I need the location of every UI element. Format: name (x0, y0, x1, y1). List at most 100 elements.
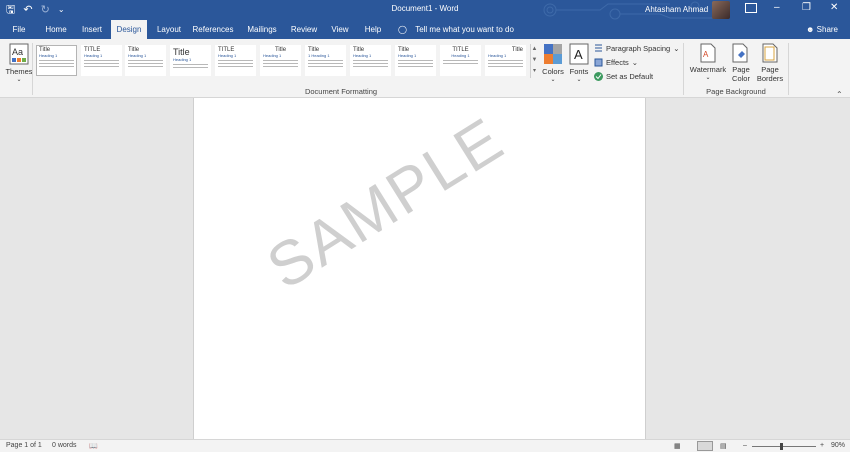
page-color-label: Page (732, 65, 750, 74)
gallery-scroll: ▲ ▼ ▾ (530, 44, 538, 78)
page-borders-button[interactable]: Page Borders (756, 43, 784, 83)
effects-label: Effects (606, 58, 629, 67)
checkmark-icon (594, 72, 603, 81)
status-bar: Page 1 of 1 0 words 📖 ▦ ▤ – + 90% (0, 439, 850, 452)
style-set-heading: Heading 1 (218, 53, 237, 58)
watermark-button[interactable]: A Watermark ⌄ (688, 43, 728, 81)
close-icon[interactable]: ✕ (830, 2, 838, 13)
person-icon: ☻ (806, 25, 815, 34)
style-set-title: TITLE (452, 47, 469, 53)
gallery-down-icon[interactable]: ▼ (531, 55, 538, 66)
group-label-page-background: Page Background (706, 87, 766, 96)
style-set-heading: Heading 1 (84, 53, 103, 58)
svg-text:A: A (703, 50, 709, 59)
page-color-icon (732, 43, 748, 63)
style-set-item[interactable]: Title Heading 1 (170, 45, 211, 76)
set-as-default-button[interactable]: Set as Default (594, 72, 653, 81)
style-set-item[interactable]: Title Heading 1 (350, 45, 391, 76)
style-set-heading: Heading 1 (128, 53, 147, 58)
style-set-heading: Heading 1 (263, 53, 282, 58)
themes-label: Themes (5, 67, 33, 76)
proofing-icon[interactable]: 📖 (89, 442, 98, 450)
style-set-title: Title (173, 47, 190, 57)
style-set-item[interactable]: Title Heading 1 (36, 45, 77, 76)
divider (788, 43, 789, 95)
tab-insert[interactable]: Insert (76, 20, 108, 39)
colors-button[interactable]: Colors ⌄ (541, 43, 565, 83)
zoom-slider-thumb[interactable] (780, 443, 783, 450)
tab-help[interactable]: Help (360, 20, 386, 39)
word-count[interactable]: 0 words (52, 442, 77, 449)
style-set-title: Title (398, 47, 410, 53)
tell-me-search[interactable]: ◯ Tell me what you want to do (398, 20, 514, 39)
restore-icon[interactable]: ❐ (802, 2, 811, 13)
zoom-in-icon[interactable]: + (820, 442, 824, 449)
read-mode-icon[interactable]: ▦ (674, 442, 681, 450)
watermark-dropdown-icon: ⌄ (705, 75, 711, 81)
gallery-more-icon[interactable]: ▾ (531, 66, 538, 77)
style-set-title: Title (308, 47, 320, 53)
user-name[interactable]: Ahtasham Ahmad (645, 5, 708, 14)
tab-review[interactable]: Review (288, 20, 320, 39)
divider (32, 43, 33, 95)
chevron-down-icon: ⌄ (631, 58, 639, 67)
page-color-label-2: Color (732, 74, 750, 83)
style-set-item[interactable]: Title 1 Heading 1 (305, 45, 346, 76)
style-set-item[interactable]: TITLE Heading 1 (440, 45, 481, 76)
style-set-item[interactable]: TITLE Heading 1 (215, 45, 256, 76)
style-set-item[interactable]: Title Heading 1 (485, 45, 526, 76)
tab-layout[interactable]: Layout (152, 20, 186, 39)
paragraph-spacing-label: Paragraph Spacing (606, 44, 671, 53)
group-label-document-formatting: Document Formatting (304, 87, 378, 96)
paragraph-spacing-button[interactable]: Paragraph Spacing ⌄ (594, 44, 680, 53)
share-button[interactable]: ☻ Share (806, 20, 838, 39)
tell-me-text: Tell me what you want to do (415, 25, 514, 34)
fonts-label: Fonts (569, 67, 589, 76)
effects-button[interactable]: Effects ⌄ (594, 58, 638, 67)
web-layout-icon[interactable]: ▤ (720, 442, 727, 450)
svg-text:A: A (574, 47, 583, 62)
tab-view[interactable]: View (326, 20, 354, 39)
avatar[interactable] (712, 1, 730, 19)
document-page[interactable]: SAMPLE (193, 98, 646, 439)
tab-references[interactable]: References (190, 20, 236, 39)
tab-design[interactable]: Design (111, 20, 147, 39)
style-set-heading: Heading 1 (353, 53, 372, 58)
zoom-out-icon[interactable]: – (743, 442, 747, 449)
fonts-icon: A (569, 43, 589, 65)
set-as-default-label: Set as Default (606, 72, 654, 81)
document-area: SAMPLE (0, 98, 850, 439)
page-count[interactable]: Page 1 of 1 (6, 442, 42, 449)
gallery-up-icon[interactable]: ▲ (531, 44, 538, 55)
watermark-icon: A (700, 43, 716, 63)
style-set-item[interactable]: Title Heading 1 (395, 45, 436, 76)
ribbon-design: Aa Themes ⌄ Title Heading 1 TITLE Headin… (0, 39, 850, 99)
style-set-title: Title (274, 47, 287, 53)
style-set-heading: Heading 1 (398, 53, 417, 58)
style-set-item[interactable]: TITLE Heading 1 (81, 45, 122, 76)
style-set-heading: Heading 1 (451, 53, 470, 58)
print-layout-icon[interactable] (697, 441, 713, 451)
tab-file[interactable]: File (6, 20, 32, 39)
page-borders-label: Page (761, 65, 779, 74)
zoom-level[interactable]: 90% (831, 442, 845, 449)
fonts-button[interactable]: A Fonts ⌄ (567, 43, 591, 83)
style-set-heading: Heading 1 (173, 57, 192, 62)
minimize-icon[interactable]: – (774, 2, 780, 13)
paragraph-spacing-icon (595, 44, 602, 52)
page-borders-icon (762, 43, 778, 63)
style-set-item[interactable]: Title Heading 1 (260, 45, 301, 76)
lightbulb-icon: ◯ (398, 25, 407, 34)
style-set-title: TITLE (84, 47, 101, 53)
themes-button[interactable]: Aa Themes ⌄ (5, 43, 33, 83)
page-color-button[interactable]: Page Color (728, 43, 754, 83)
tab-home[interactable]: Home (40, 20, 72, 39)
colors-icon (544, 44, 562, 64)
tab-mailings[interactable]: Mailings (242, 20, 282, 39)
page-borders-label-2: Borders (756, 74, 784, 83)
style-set-heading: Heading 1 (39, 53, 58, 58)
ribbon-display-options-icon[interactable] (745, 3, 757, 13)
style-set-item[interactable]: Title Heading 1 (125, 45, 166, 76)
zoom-slider[interactable] (752, 446, 816, 447)
watermark-label: Watermark (689, 65, 727, 74)
